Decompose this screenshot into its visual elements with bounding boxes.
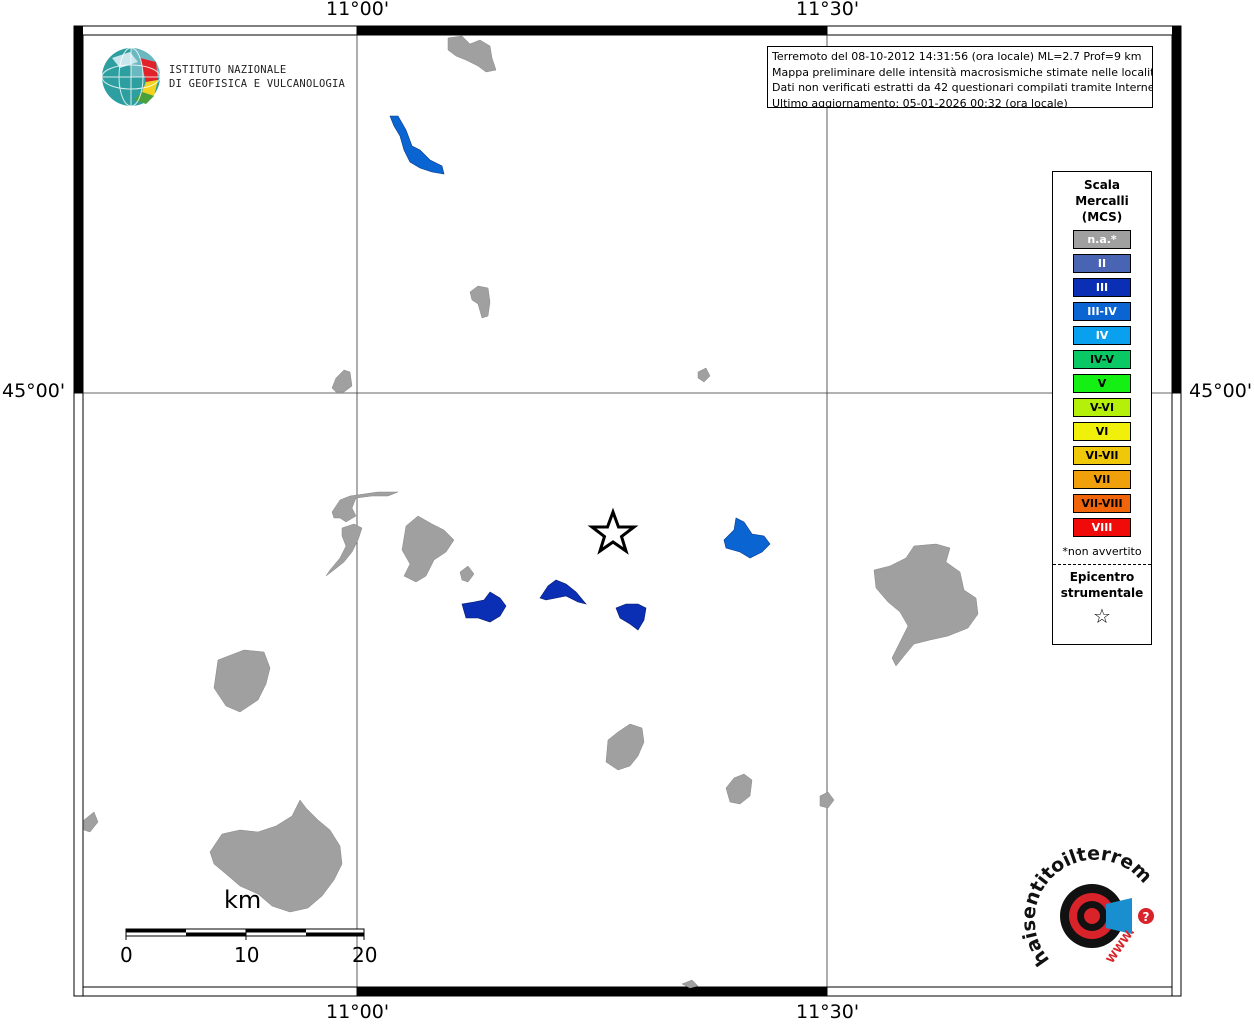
info-line-1: Terremoto del 08-10-2012 14:31:56 (ora l… (772, 50, 1142, 63)
legend-title-line3: (MCS) (1081, 210, 1123, 224)
locality-north-blue (389, 115, 445, 175)
locality-south-east-1 (725, 773, 753, 805)
frame-bar-right-1 (1172, 26, 1181, 393)
frame-bar-top-2 (357, 26, 827, 35)
info-line-2: Mappa preliminare delle intensità macros… (772, 65, 1153, 79)
locality-center-blue-3 (615, 603, 647, 631)
ingv-logo-text: ISTITUTO NAZIONALE DI GEOFISICA E VULCAN… (169, 63, 345, 91)
frame-bar-left-2 (73, 392, 84, 997)
legend-title-line1: Scala (1083, 178, 1121, 192)
locality-south-center (605, 723, 645, 771)
legend-item-vii: VII (1073, 470, 1131, 489)
legend-item-vii-viii: VII-VIII (1073, 494, 1131, 513)
scale-label-10: 10 (234, 943, 260, 967)
mcs-legend: Scala Mercalli (MCS) n.a.* II III III-IV IV I… (1052, 171, 1152, 645)
legend-title-line2: Mercalli (1075, 194, 1129, 208)
scale-unit: km (224, 886, 262, 914)
legend-item-v: V (1073, 374, 1131, 393)
hsit-brand-text: haisentitoilterremoto.it (0, 0, 1156, 970)
legend-separator (1053, 564, 1151, 565)
legend-epicenter-line2: strumentale (1060, 586, 1144, 600)
frame-bar-bottom-3 (826, 986, 1182, 997)
locality-center-blue-2 (539, 579, 587, 605)
coord-top-11-00: 11°00' (326, 0, 390, 20)
epicenter-star (587, 507, 639, 555)
locality-north-east-dot (697, 367, 711, 383)
legend-epicenter-line1: Epicentro (1069, 570, 1135, 584)
locality-east-blue (723, 517, 771, 559)
legend-star-icon: ☆ (1093, 604, 1111, 628)
legend-item-vi: VI (1073, 422, 1131, 441)
locality-west-square (213, 649, 271, 713)
scale-label-20: 20 (352, 943, 378, 967)
localities-na (83, 35, 979, 989)
legend-item-iv: IV (1073, 326, 1131, 345)
scale-label-0: 0 (120, 943, 133, 967)
event-info-box: Terremoto del 08-10-2012 14:31:56 (ora l… (767, 46, 1153, 108)
legend-item-vi-vii: VI-VII (1073, 446, 1131, 465)
locality-center-west (401, 515, 455, 583)
locality-north-mid (469, 285, 491, 319)
legend-item-viii: VIII (1073, 518, 1131, 537)
frame-bar-right-2 (1171, 392, 1182, 997)
locality-small-center (459, 565, 475, 583)
legend-note: *non avvertito (1062, 545, 1142, 558)
legend-item-n-a: n.a.* (1073, 230, 1131, 249)
locality-west-road (331, 491, 399, 523)
legend-item-ii: II (1073, 254, 1131, 273)
locality-center-blue-1 (461, 591, 507, 623)
ingv-globe-icon (101, 47, 161, 107)
locality-west-small (331, 369, 353, 393)
scale-bar (125, 928, 365, 940)
frame-bar-bottom-1 (73, 986, 358, 997)
localities-iii (461, 579, 647, 631)
legend-item-iii: III (1073, 278, 1131, 297)
frame-bar-top-1 (73, 25, 358, 36)
hsit-logo-icon: ? (1060, 884, 1154, 948)
legend-item-v-vi: V-VI (1073, 398, 1131, 417)
frame-bar-bottom-2 (357, 987, 827, 996)
ingv-logo-line2: DI GEOFISICA E VULCANOLOGIA (169, 78, 346, 90)
coord-bottom-11-00: 11°00' (326, 1001, 390, 1023)
localities-iii-iv (389, 115, 771, 559)
locality-north-top (447, 35, 497, 73)
coord-left-45-00: 45°00' (2, 380, 66, 402)
locality-east-large (873, 543, 979, 667)
coord-right-45-00: 45°00' (1189, 380, 1253, 402)
locality-south-east-2 (819, 791, 835, 809)
legend-item-iv-v: IV-V (1073, 350, 1131, 369)
frame-bar-left-1 (74, 26, 83, 393)
legend-epicenter: Epicentro strumentale (1053, 569, 1151, 601)
ingv-logo-line1: ISTITUTO NAZIONALE (169, 64, 287, 76)
coord-top-11-30: 11°30' (796, 0, 860, 20)
info-line-3: Dati non verificati estratti da 42 quest… (772, 81, 1153, 94)
svg-text:?: ? (1143, 910, 1150, 924)
frame-bar-top-3 (826, 25, 1182, 36)
legend-item-iii-iv: III-IV (1073, 302, 1131, 321)
locality-west-edge (83, 811, 99, 833)
info-line-4: Ultimo aggiornamento: 05-01-2026 00:32 (… (772, 96, 1068, 108)
legend-title: Scala Mercalli (MCS) (1053, 177, 1151, 225)
legend-items: n.a.* II III III-IV IV IV-V V V-VI VI VI-VII VII VI… (1053, 230, 1151, 537)
coord-bottom-11-30: 11°30' (796, 1001, 860, 1023)
